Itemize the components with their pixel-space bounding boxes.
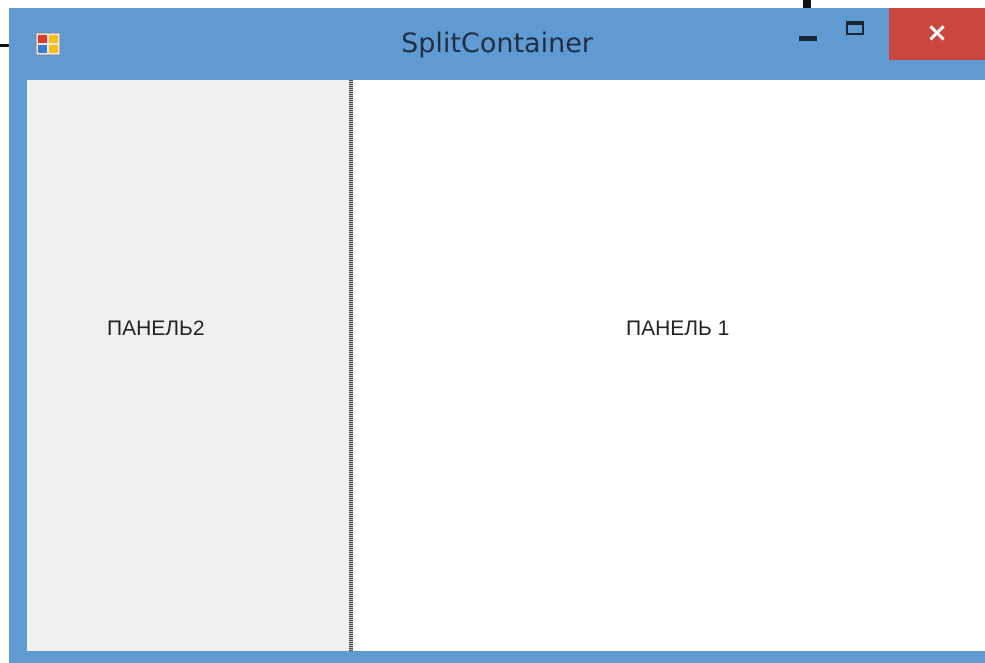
panel-left[interactable]: ПАНЕЛЬ2 [27, 80, 349, 651]
minimize-icon [799, 36, 817, 41]
close-icon: × [926, 18, 948, 48]
panel-right[interactable]: ПАНЕЛЬ 1 [353, 80, 985, 651]
splitcontainer-window: SplitContainer × ПАНЕЛЬ2 ПАНЕЛЬ 1 [9, 8, 985, 663]
minimize-button[interactable] [785, 8, 831, 64]
maximize-icon [846, 21, 864, 35]
title-bar[interactable]: SplitContainer × [9, 8, 985, 80]
panel-left-label: ПАНЕЛЬ2 [107, 317, 205, 340]
split-container: ПАНЕЛЬ2 ПАНЕЛЬ 1 [27, 80, 985, 651]
close-button[interactable]: × [889, 8, 985, 60]
maximize-button[interactable] [833, 8, 879, 64]
background-line-fragment [803, 0, 811, 8]
panel-right-label: ПАНЕЛЬ 1 [626, 317, 730, 340]
